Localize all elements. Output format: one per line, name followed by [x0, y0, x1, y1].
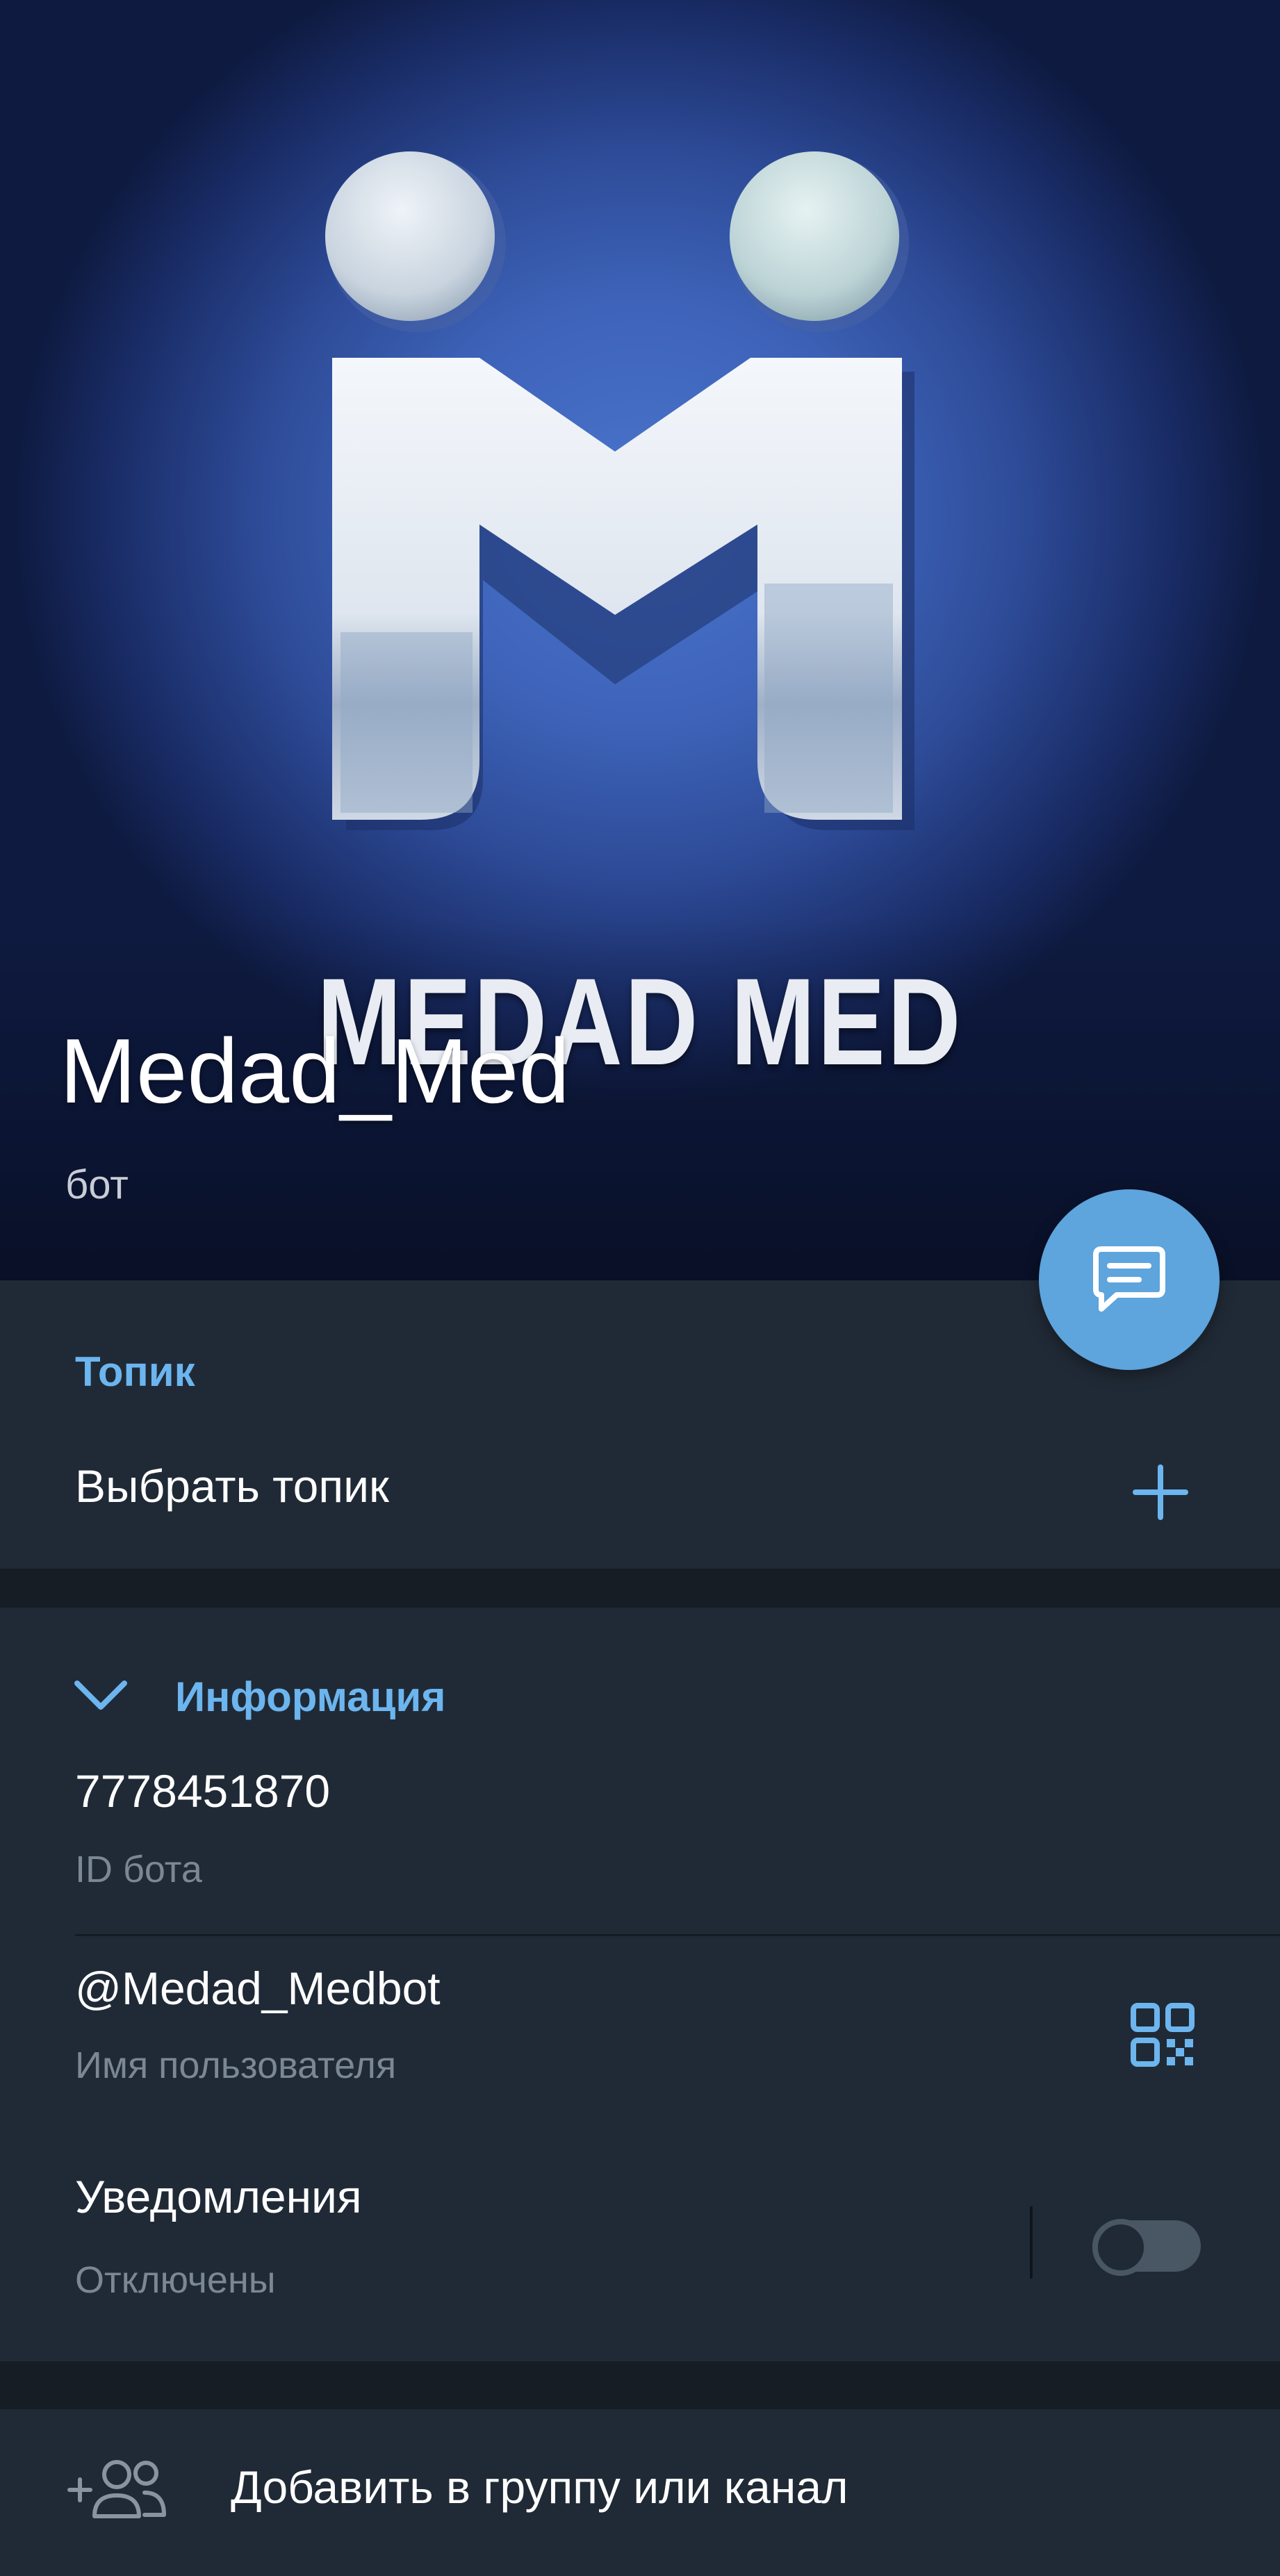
bot-id-value[interactable]: 7778451870 [75, 1765, 330, 1817]
info-section: Информация 7778451870 ID бота @Medad_Med… [0, 1608, 1280, 2361]
profile-cover: MEDAD MED Medad_Med бот [0, 0, 1280, 1280]
profile-name: Medad_Med [60, 1020, 570, 1122]
username-caption: Имя пользователя [75, 2045, 397, 2086]
qr-code-button[interactable] [1124, 1997, 1201, 2073]
divider [75, 1934, 1280, 1936]
plus-icon [1133, 1464, 1188, 1520]
bot-id-caption: ID бота [75, 1849, 202, 1890]
add-users-icon [67, 2460, 166, 2518]
collapse-info-button[interactable] [71, 1674, 131, 1716]
notifications-toggle[interactable] [1092, 2219, 1201, 2276]
notifications-label[interactable]: Уведомления [75, 2170, 362, 2223]
topic-section-title: Топик [75, 1348, 195, 1395]
info-section-title: Информация [175, 1674, 446, 1720]
message-icon [1093, 1246, 1165, 1312]
toggle-knob [1092, 2219, 1149, 2276]
chevron-down-icon [74, 1681, 127, 1710]
section-gap [0, 1569, 1280, 1608]
choose-topic-label[interactable]: Выбрать топик [75, 1460, 389, 1512]
notifications-status: Отключены [75, 2259, 276, 2301]
add-topic-button[interactable] [1126, 1458, 1195, 1527]
profile-type: бот [65, 1162, 129, 1207]
section-gap [0, 2361, 1280, 2409]
add-to-group-label: Добавить в группу или канал [231, 2461, 848, 2513]
message-button[interactable] [1039, 1189, 1220, 1370]
vertical-divider [1030, 2206, 1033, 2279]
username-value[interactable]: @Medad_Medbot [75, 1962, 441, 2015]
qr-code-icon [1131, 2003, 1195, 2067]
add-to-group-row[interactable]: Добавить в группу или канал [0, 2409, 1280, 2576]
profile-screen: MEDAD MED Medad_Med бот Топик Выбрать то… [0, 0, 1280, 2576]
add-users-icon-wrap [65, 2454, 170, 2523]
